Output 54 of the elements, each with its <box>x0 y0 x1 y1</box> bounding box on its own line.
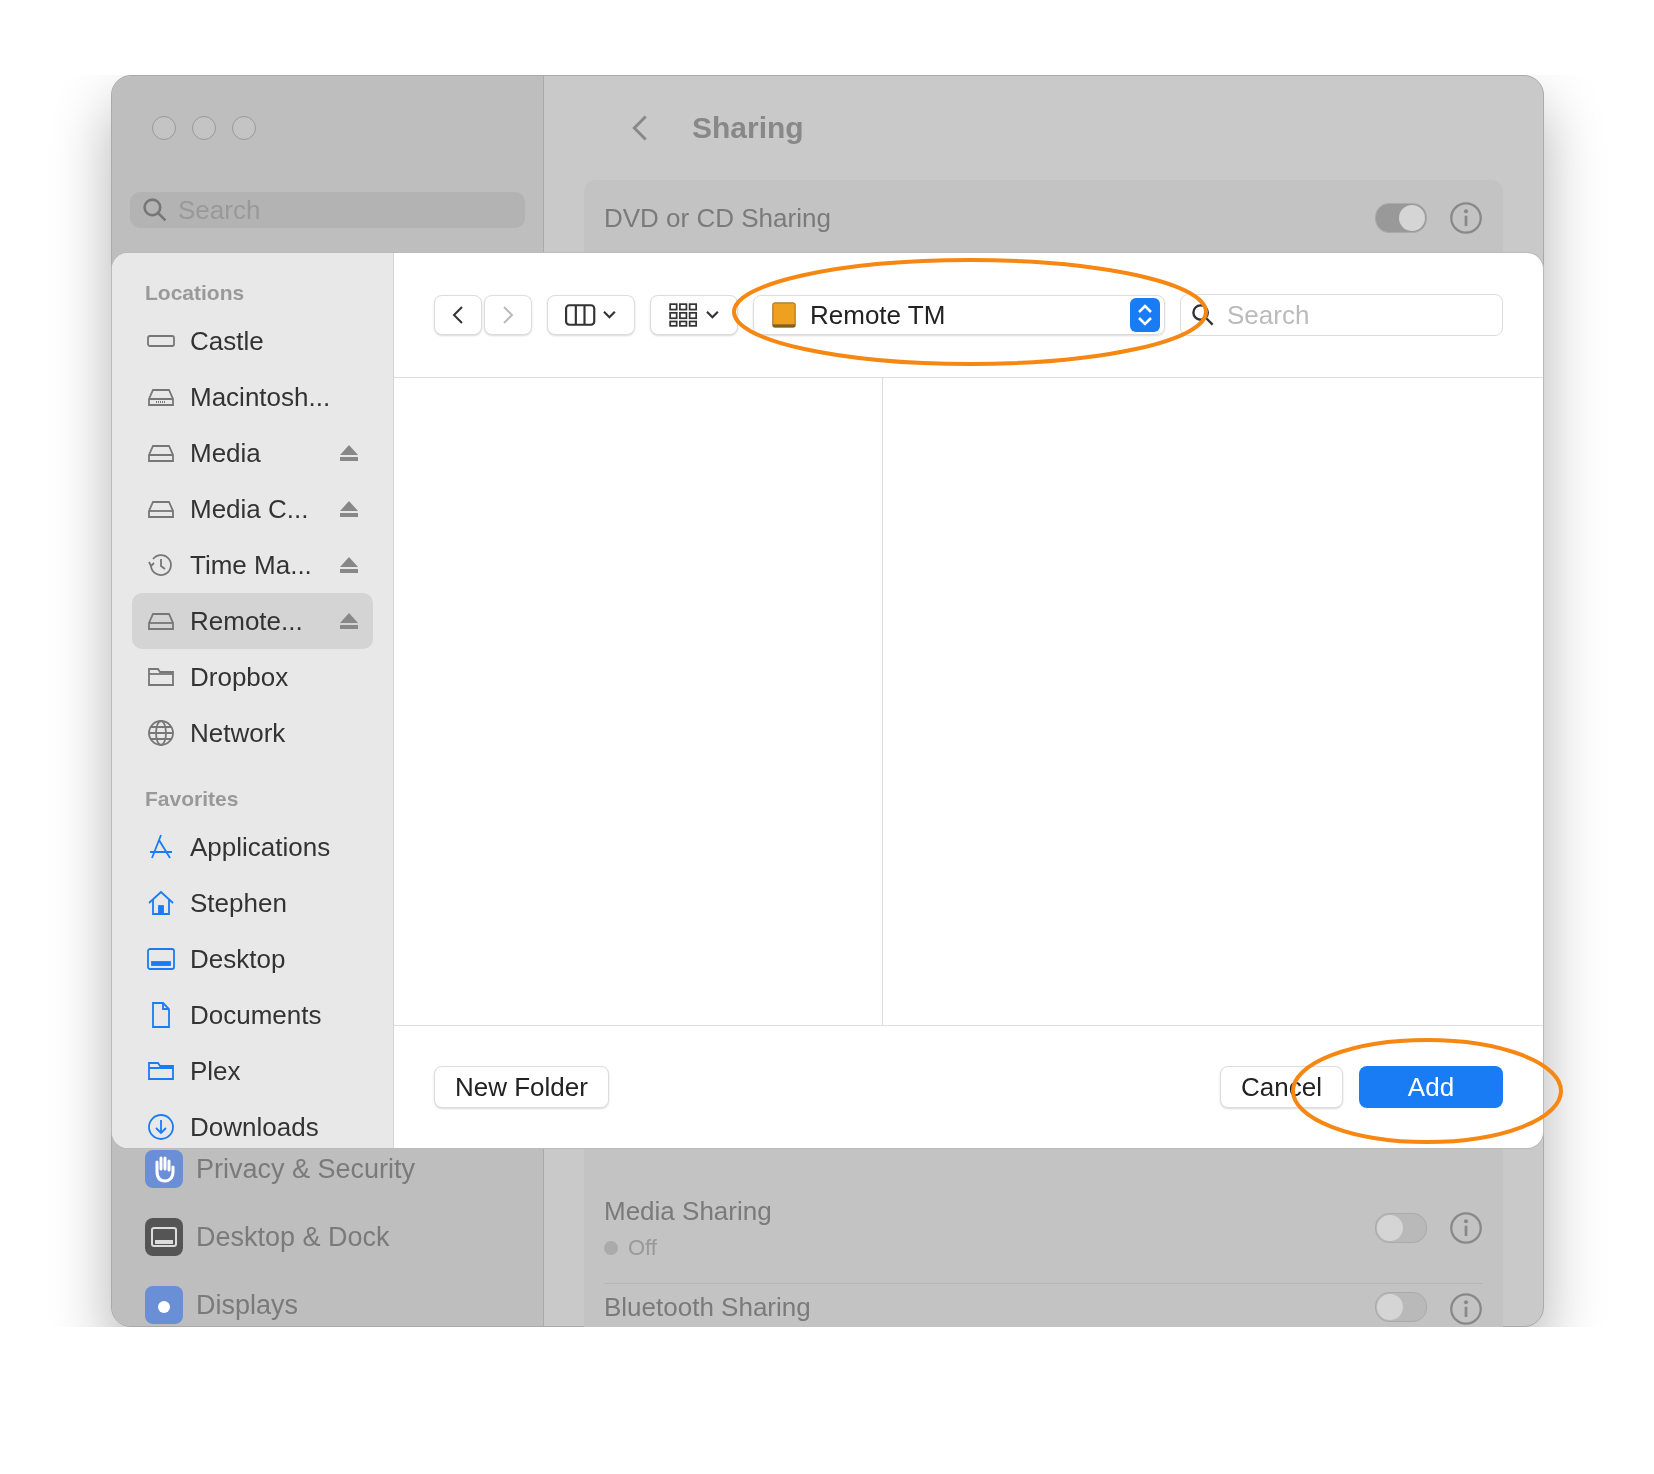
info-icon[interactable] <box>1449 1211 1483 1245</box>
dock-icon <box>144 1217 184 1257</box>
home-icon <box>146 888 176 918</box>
eject-icon[interactable] <box>339 612 359 630</box>
section-heading: Locations <box>144 281 246 305</box>
back-chevron-icon[interactable] <box>632 113 648 143</box>
location-dropdown[interactable]: Remote TM <box>753 295 1165 335</box>
service-name: Media Sharing <box>604 1195 773 1227</box>
sidebar-item[interactable]: Applications <box>132 819 373 875</box>
search-input[interactable]: Search <box>1227 299 1492 331</box>
column-view-button[interactable] <box>547 295 635 335</box>
back-button[interactable] <box>434 295 482 335</box>
info-icon[interactable] <box>1449 201 1483 235</box>
toggle-switch[interactable] <box>1375 1213 1427 1243</box>
sidebar-item[interactable]: Remote... <box>132 593 373 649</box>
chevron-up-down-icon <box>1130 298 1160 332</box>
sidebar-item[interactable]: Media <box>132 425 373 481</box>
search-icon <box>142 197 168 223</box>
sidebar-item[interactable]: Dropbox <box>132 649 373 705</box>
sidebar-item[interactable]: Desktop <box>132 931 373 987</box>
sun-icon <box>144 1285 184 1325</box>
sidebar-item[interactable]: Macintosh... <box>132 369 373 425</box>
info-icon[interactable] <box>1449 1292 1483 1326</box>
window-control-icon[interactable] <box>232 116 256 140</box>
search-icon <box>1191 303 1215 327</box>
icon-view-button[interactable] <box>650 295 738 335</box>
download-icon <box>146 1112 176 1142</box>
sidebar-item[interactable]: Plex <box>132 1043 373 1099</box>
window-title: Sharing <box>692 111 804 145</box>
sidebar-item[interactable]: Castle <box>132 313 373 369</box>
service-name: Bluetooth Sharing <box>604 1292 812 1323</box>
window-control-icon[interactable] <box>152 116 176 140</box>
sidebar-item[interactable]: Time Ma... <box>132 537 373 593</box>
toggle-switch[interactable] <box>1375 1292 1427 1322</box>
new-folder-button[interactable]: New Folder <box>434 1066 609 1108</box>
eject-icon[interactable] <box>339 444 359 462</box>
sidebar-item[interactable]: Network <box>132 705 373 761</box>
drive-icon <box>770 300 798 330</box>
sidebar-item[interactable]: Downloads <box>132 1099 373 1148</box>
chevron-right-icon <box>502 305 514 325</box>
globe-icon <box>146 718 176 748</box>
service-name: DVD or CD Sharing <box>604 202 832 234</box>
eject-icon[interactable] <box>339 556 359 574</box>
window-control-icon[interactable] <box>192 116 216 140</box>
sidebar-item[interactable]: Stephen <box>132 875 373 931</box>
sidebar-item[interactable]: Documents <box>132 987 373 1043</box>
section-heading: Favorites <box>144 787 240 811</box>
eject-icon[interactable] <box>339 500 359 518</box>
toggle-switch[interactable] <box>1375 203 1427 233</box>
status-dot-icon <box>604 1240 618 1255</box>
chevron-left-icon <box>452 305 464 325</box>
add-button[interactable]: Add <box>1359 1066 1503 1108</box>
sidebar-item[interactable]: Media C... <box>132 481 373 537</box>
search-field[interactable]: Search <box>1180 294 1503 336</box>
